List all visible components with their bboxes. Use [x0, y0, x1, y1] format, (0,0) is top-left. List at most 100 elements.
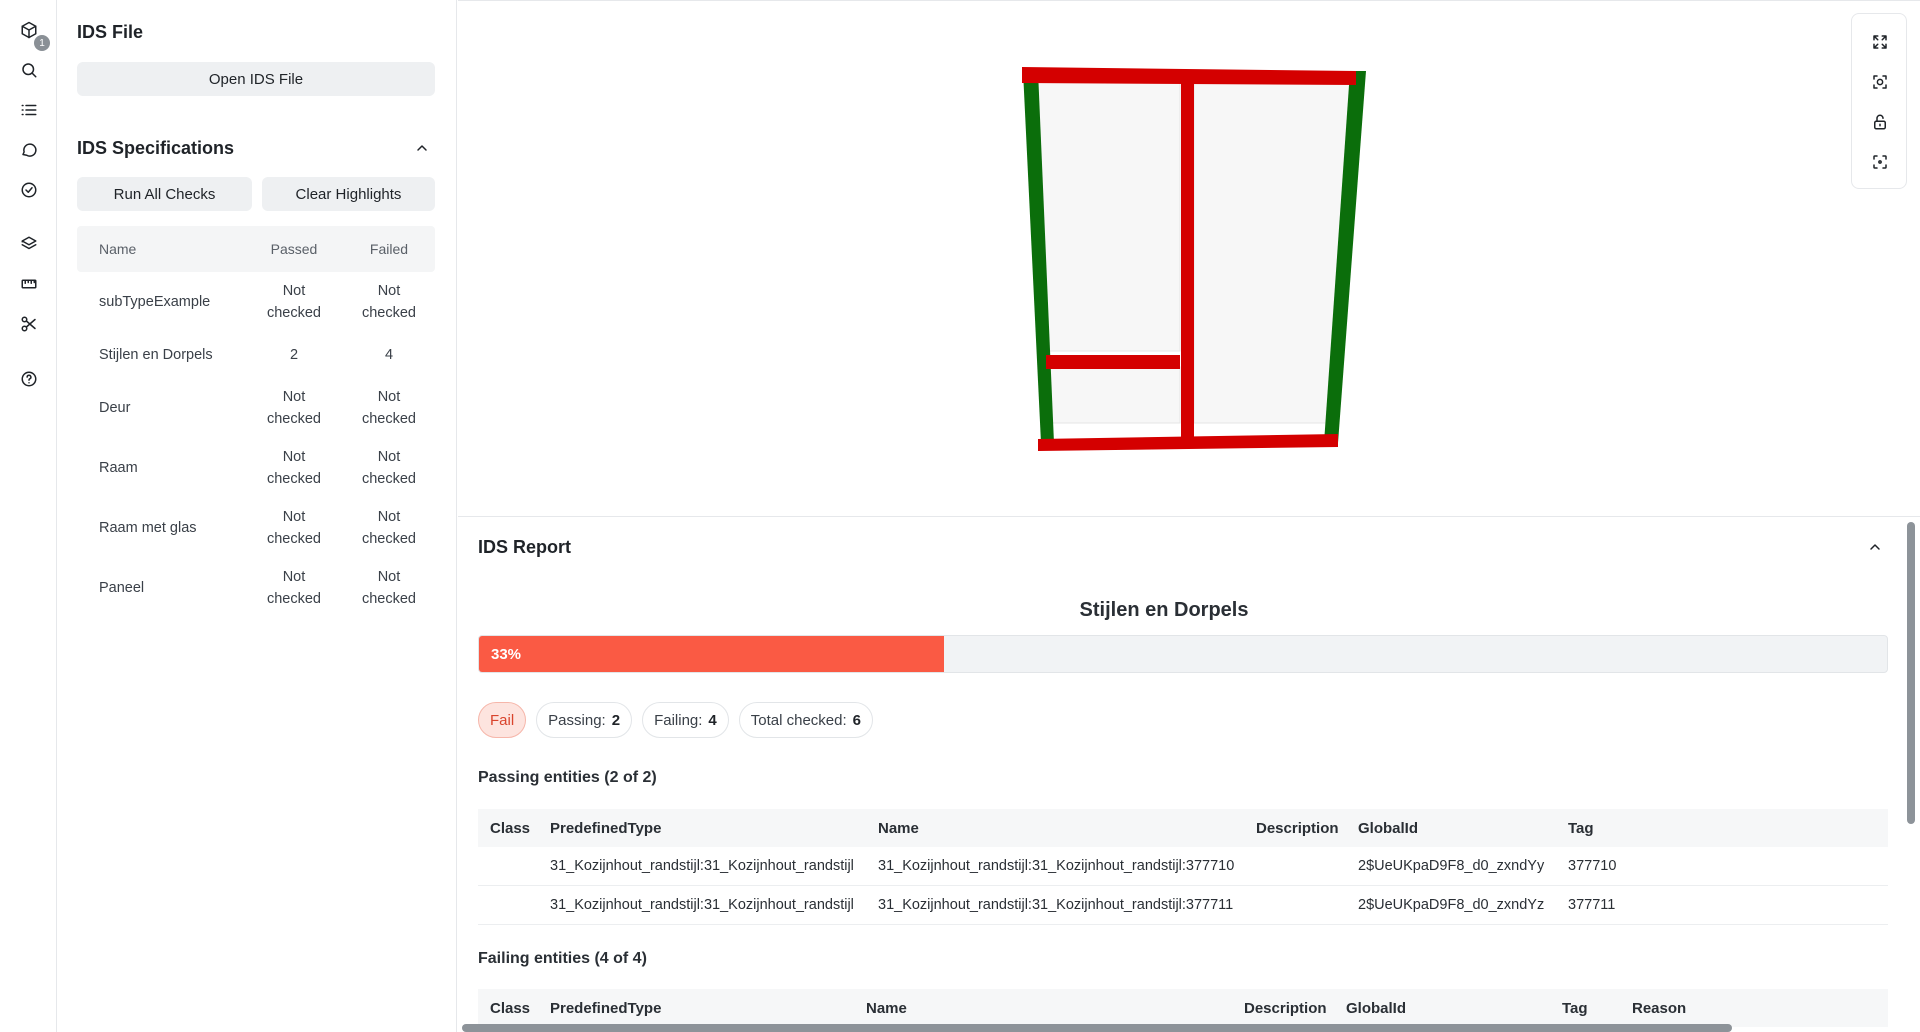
- column-description: Description: [1244, 999, 1327, 1017]
- check-circle-icon[interactable]: [16, 177, 42, 203]
- viewer-toolbar: [1851, 13, 1907, 189]
- layers-icon[interactable]: [16, 231, 42, 257]
- total-checked-chip: Total checked: 6: [738, 702, 873, 738]
- column-name: Name: [866, 999, 907, 1017]
- cell-tag: 377711: [1568, 897, 1616, 913]
- panel-pane: [1045, 366, 1181, 424]
- cell-globalid: 2$UeUKpaD9F8_d0_zxndYz: [1358, 897, 1545, 913]
- column-class: Class: [490, 999, 531, 1017]
- cell-predefinedtype: 31_Kozijnhout_randstijl:31_Kozijnhout_ra…: [550, 897, 854, 913]
- table-header: Class PredefinedType Name Description Gl…: [478, 989, 1888, 1027]
- fullscreen-icon[interactable]: [1869, 31, 1891, 53]
- focus-icon[interactable]: [1869, 71, 1891, 93]
- open-ids-file-button[interactable]: Open IDS File: [77, 62, 435, 96]
- ids-specifications-title: IDS Specifications: [77, 138, 235, 158]
- measure-icon[interactable]: [16, 271, 42, 297]
- model-count-badge: 1: [34, 35, 50, 51]
- column-tag: Tag: [1562, 999, 1588, 1017]
- column-name: Name: [878, 819, 919, 837]
- cell-tag: 377710: [1568, 858, 1617, 874]
- spec-failed: Not checked: [361, 389, 416, 427]
- table-row[interactable]: 31_Kozijnhout_randstijl:31_Kozijnhout_ra…: [478, 847, 1888, 886]
- column-predefinedtype: PredefinedType: [550, 999, 662, 1017]
- spec-row-stijlen-en-dorpels[interactable]: Stijlen en Dorpels 2 4: [77, 332, 435, 378]
- center-icon[interactable]: [1869, 151, 1891, 173]
- spec-passed: Not checked: [266, 449, 321, 487]
- column-reason: Reason: [1632, 999, 1687, 1017]
- passing-entities-table: Class PredefinedType Name Description Gl…: [478, 809, 1888, 925]
- spec-row-subtypeexample[interactable]: subTypeExample Not checked Not checked: [77, 272, 435, 332]
- spec-failed: Not checked: [361, 283, 416, 321]
- spec-row-paneel[interactable]: Paneel Not checked Not checked: [77, 558, 435, 618]
- passing-chip: Passing: 2: [536, 702, 633, 738]
- scissors-icon[interactable]: [16, 311, 42, 337]
- frame-rail-top: [1022, 67, 1356, 85]
- collapse-report-button[interactable]: [1867, 539, 1883, 555]
- column-name: Name: [99, 241, 137, 257]
- report-spec-name: Stijlen en Dorpels: [1079, 599, 1249, 621]
- spec-failed: 4: [384, 347, 394, 363]
- column-failed: Failed: [369, 241, 409, 257]
- spec-passed: Not checked: [266, 509, 321, 547]
- table-header: Class PredefinedType Name Description Gl…: [478, 809, 1888, 847]
- clear-highlights-button[interactable]: Clear Highlights: [262, 177, 435, 211]
- progress-label: 33%: [491, 645, 522, 663]
- glass-pane-left: [1025, 78, 1181, 352]
- frame-mullion: [1181, 71, 1194, 439]
- frame-transom: [1046, 355, 1180, 369]
- failing-entities-table: Class PredefinedType Name Description Gl…: [478, 989, 1888, 1027]
- help-icon[interactable]: [16, 366, 42, 392]
- cell-name: 31_Kozijnhout_randstijl:31_Kozijnhout_ra…: [878, 897, 1234, 913]
- progress-bar: 33%: [478, 635, 1888, 673]
- summary-chips: Fail Passing: 2 Failing: 4 Total checked: 6: [478, 702, 873, 738]
- ids-file-title: IDS File: [77, 22, 144, 42]
- column-globalid: GlobalId: [1346, 999, 1406, 1017]
- 3d-viewer[interactable]: [458, 0, 1920, 516]
- comment-icon[interactable]: [16, 137, 42, 163]
- chevron-up-icon: [1870, 544, 1880, 550]
- column-tag: Tag: [1568, 819, 1594, 837]
- spec-passed: Not checked: [266, 283, 321, 321]
- spec-row-raam[interactable]: Raam Not checked Not checked: [77, 438, 435, 498]
- cell-globalid: 2$UeUKpaD9F8_d0_zxndYy: [1358, 858, 1545, 874]
- collapse-specifications-button[interactable]: [414, 140, 430, 156]
- ids-report-title: IDS Report: [478, 537, 572, 557]
- cell-predefinedtype: 31_Kozijnhout_randstijl:31_Kozijnhout_ra…: [550, 858, 854, 874]
- spec-failed: Not checked: [361, 449, 416, 487]
- failing-chip: Failing: 4: [642, 702, 729, 738]
- vertical-scrollbar[interactable]: [1907, 522, 1915, 824]
- spec-failed: Not checked: [361, 509, 416, 547]
- spec-name: Stijlen en Dorpels: [99, 347, 213, 363]
- column-passed: Passed: [270, 241, 318, 257]
- spec-name: Raam met glas: [99, 520, 197, 536]
- ids-report-panel: IDS Report Stijlen en Dorpels 33% Fail P…: [458, 516, 1920, 1032]
- run-all-checks-button[interactable]: Run All Checks: [77, 177, 252, 211]
- lock-icon[interactable]: [1869, 111, 1891, 133]
- failing-entities-title: Failing entities (4 of 4): [478, 950, 647, 967]
- spec-row-deur[interactable]: Deur Not checked Not checked: [77, 378, 435, 438]
- chevron-up-icon: [417, 145, 427, 151]
- spec-row-raam-met-glas[interactable]: Raam met glas Not checked Not checked: [77, 498, 435, 558]
- spec-name: Paneel: [99, 580, 145, 596]
- icon-rail: 1: [0, 0, 57, 1032]
- spec-failed: Not checked: [361, 569, 416, 607]
- spec-passed: Not checked: [266, 389, 321, 427]
- specifications-table: Name Passed Failed subTypeExample Not che…: [77, 226, 435, 618]
- window-frame-model[interactable]: [458, 1, 1920, 517]
- status-badge: Fail: [478, 702, 527, 738]
- spec-name: subTypeExample: [99, 294, 211, 310]
- column-description: Description: [1256, 819, 1339, 837]
- column-globalid: GlobalId: [1358, 819, 1418, 837]
- column-class: Class: [490, 819, 531, 837]
- list-icon[interactable]: [16, 97, 42, 123]
- passing-entities-title: Passing entities (2 of 2): [478, 769, 657, 786]
- search-icon[interactable]: [16, 57, 42, 83]
- spec-name: Deur: [99, 400, 131, 416]
- horizontal-scrollbar[interactable]: [462, 1024, 1732, 1032]
- spec-name: Raam: [99, 460, 138, 476]
- ids-panel: IDS File Open IDS File IDS Specification…: [57, 0, 457, 1032]
- table-row[interactable]: 31_Kozijnhout_randstijl:31_Kozijnhout_ra…: [478, 886, 1888, 925]
- table-header: Name Passed Failed: [77, 226, 435, 272]
- column-predefinedtype: PredefinedType: [550, 819, 662, 837]
- progress-fill: 33%: [479, 636, 944, 672]
